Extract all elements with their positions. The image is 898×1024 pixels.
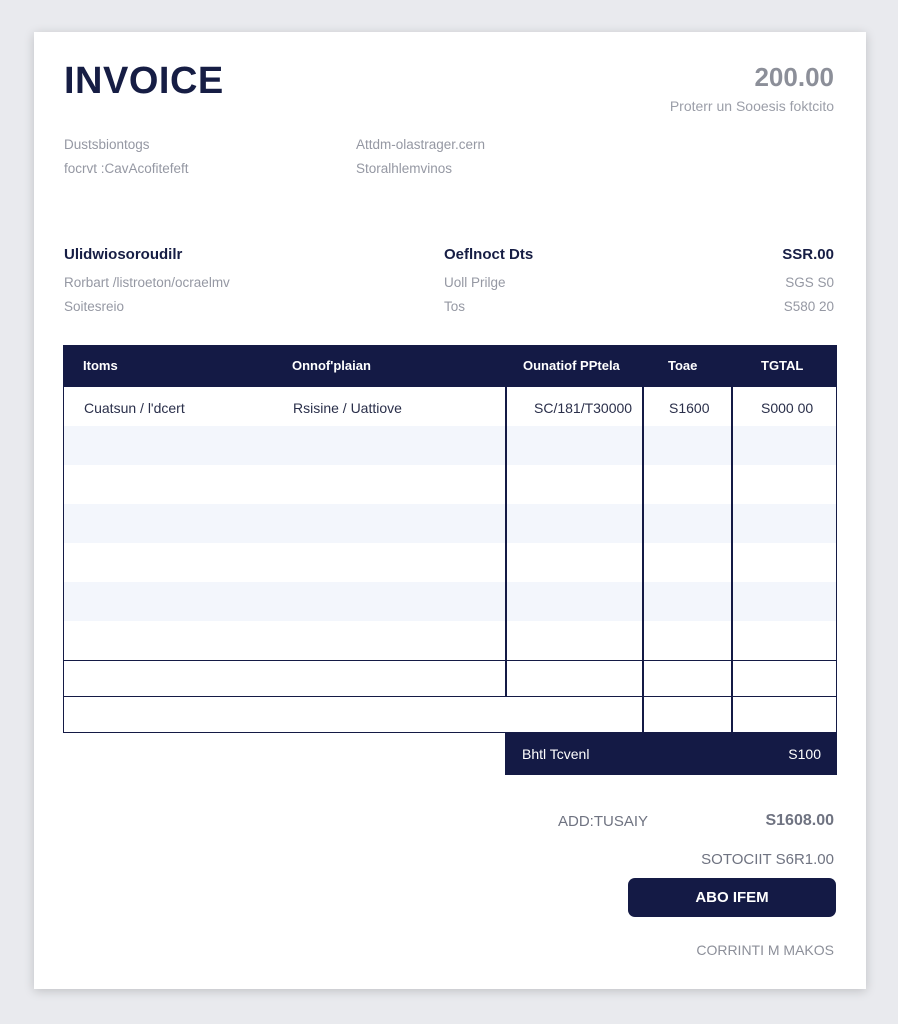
details-total: SSR.00: [782, 246, 834, 263]
invoice-title: INVOICE: [64, 60, 224, 102]
sender-line-1: Dustsbiontogs: [64, 137, 150, 152]
row-stripe: [64, 582, 836, 621]
table-row-empty: [63, 660, 837, 697]
row-stripe: [64, 426, 836, 465]
column-divider: [642, 387, 644, 660]
column-divider: [731, 387, 733, 660]
details-value-1: SGS S0: [785, 275, 834, 290]
footer-link[interactable]: CORRINTI M MAKOS: [696, 942, 834, 958]
add-item-button[interactable]: ABO IFEM: [628, 878, 836, 917]
cell-tax: S1600: [669, 400, 710, 416]
details-line-1: Uoll Prilge: [444, 275, 506, 290]
cell-total: S000 00: [761, 400, 814, 416]
invoice-amount: 200.00: [754, 62, 834, 92]
recipient-line-2: Storalhlemvinos: [356, 161, 453, 176]
cell-description: Rsisine / Uattiove: [293, 400, 402, 416]
client-heading: Ulidwiosoroudilr: [64, 246, 183, 263]
recipient-line-1: Attdm-olastrager.cern: [356, 137, 486, 152]
header-quantity-price: Ounatiof PPtela: [523, 358, 620, 373]
total-label: Bhtl Tcvenl: [522, 746, 590, 762]
client-line-1: Rorbart /listroeton/ocraelmv: [64, 275, 230, 290]
column-divider: [642, 696, 644, 732]
column-divider: [731, 696, 733, 732]
table-body: Cuatsun / l'dcert Rsisine / Uattiove SC/…: [63, 387, 837, 661]
header-description: Onnof'plaian: [292, 358, 371, 373]
details-heading: Oeflnoct Dts: [444, 246, 534, 263]
row-stripe: [64, 504, 836, 543]
invoice-amount-subtext: Proterr un Sooesis foktcito: [669, 98, 834, 114]
summary-value: S1608.00: [765, 812, 834, 829]
table-row-empty: [63, 696, 837, 733]
column-divider: [731, 660, 733, 696]
discount-line: SOTOCIIT S6R1.00: [701, 851, 834, 868]
column-divider: [505, 387, 507, 660]
total-value: S100: [788, 746, 821, 762]
column-divider: [642, 660, 644, 696]
details-value-2: S580 20: [783, 299, 834, 314]
invoice-page: INVOICE 200.00 Proterr un Sooesis foktci…: [34, 32, 866, 989]
header-total: TGTAL: [761, 358, 804, 373]
table-header: Itoms Onnof'plaian Ounatiof PPtela Toae …: [63, 345, 837, 387]
header-tax: Toae: [668, 358, 698, 373]
details-line-2: Tos: [444, 299, 466, 314]
column-divider: [505, 660, 507, 696]
cell-quantity-price: SC/181/T30000: [534, 400, 633, 416]
cell-item: Cuatsun / l'dcert: [84, 400, 185, 416]
summary-label: ADD:TUSAIY: [558, 813, 649, 830]
header-items: Itoms: [83, 358, 118, 373]
client-line-2: Soitesreio: [64, 299, 125, 314]
table-total-bar: Bhtl Tcvenl S100: [505, 733, 837, 775]
sender-line-2: focrvt :CavAcofitefeft: [64, 161, 189, 176]
